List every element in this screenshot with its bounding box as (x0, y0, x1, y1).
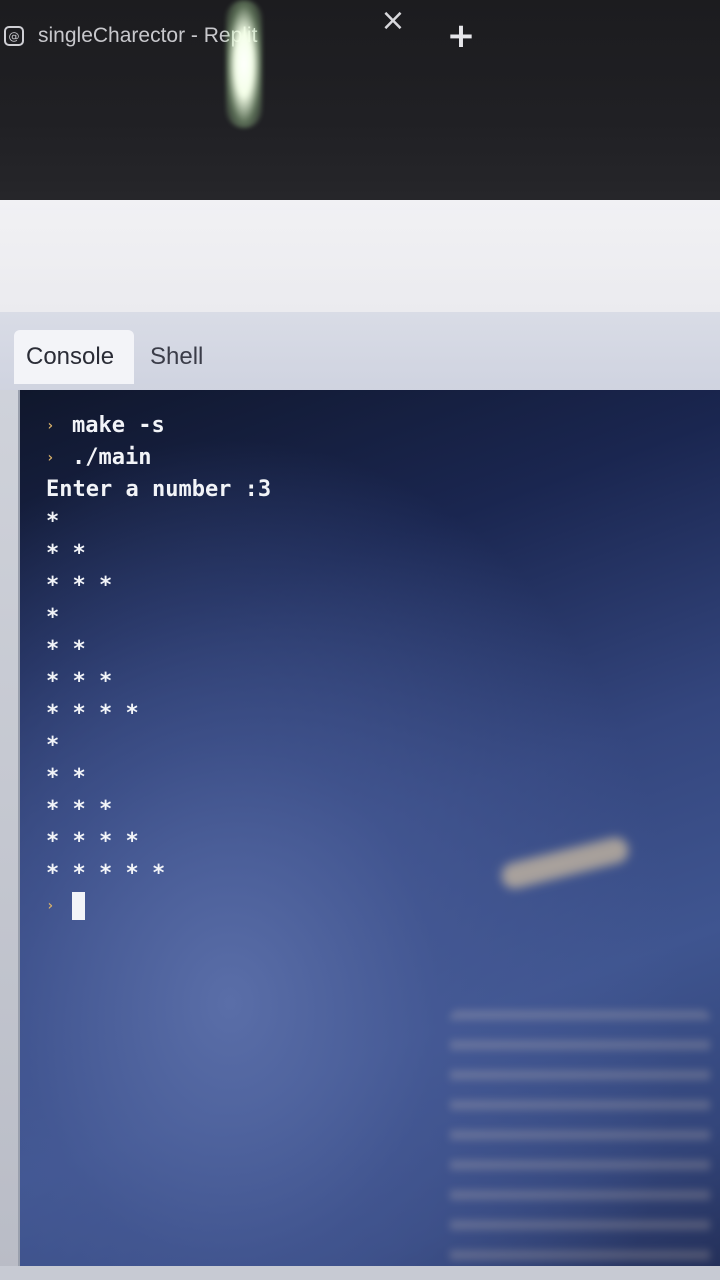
screen: @ singleCharector - Replit × + Console S… (0, 0, 720, 1280)
output-line: * * * (46, 573, 113, 598)
close-tab-icon[interactable]: × (378, 6, 408, 36)
output-line: * (46, 605, 60, 630)
page-area (0, 200, 720, 312)
tab-console[interactable]: Console (14, 330, 134, 384)
window-reflection (450, 1010, 710, 1280)
command-line: › make -s (46, 410, 446, 442)
output-line: * * * * (46, 701, 139, 726)
prompt-icon: › (46, 898, 55, 914)
text-cursor (72, 892, 85, 920)
output-line: * * * (46, 797, 113, 822)
light-reflection (498, 834, 632, 892)
output-line: * * * * (46, 829, 139, 854)
tab-title: singleCharector - Replit (38, 24, 258, 47)
browser-tab[interactable]: @ singleCharector - Replit (0, 14, 420, 58)
output-line: * * * * * (46, 861, 166, 886)
output-line: * * (46, 637, 86, 662)
output-line: * * (46, 765, 86, 790)
output-line: * (46, 509, 60, 534)
console-output: › make -s › ./main Enter a number :3 * *… (46, 410, 446, 922)
replit-icon: @ (4, 26, 24, 46)
bottom-edge (0, 1266, 720, 1280)
command-line: › ./main (46, 442, 446, 474)
input-prompt-line: Enter a number :3 (46, 477, 272, 502)
command-text: ./main (72, 445, 152, 470)
new-tab-button[interactable]: + (446, 18, 476, 54)
screen-glare (226, 0, 262, 128)
command-text: make -s (72, 413, 165, 438)
tab-shell[interactable]: Shell (138, 330, 215, 384)
prompt-icon: › (46, 450, 55, 466)
browser-chrome: @ singleCharector - Replit × + (0, 0, 720, 200)
output-line: * * * (46, 669, 113, 694)
prompt-icon: › (46, 418, 55, 434)
output-line: * (46, 733, 60, 758)
input-line[interactable]: › (46, 890, 446, 922)
left-edge (0, 390, 18, 1280)
output-line: * * (46, 541, 86, 566)
